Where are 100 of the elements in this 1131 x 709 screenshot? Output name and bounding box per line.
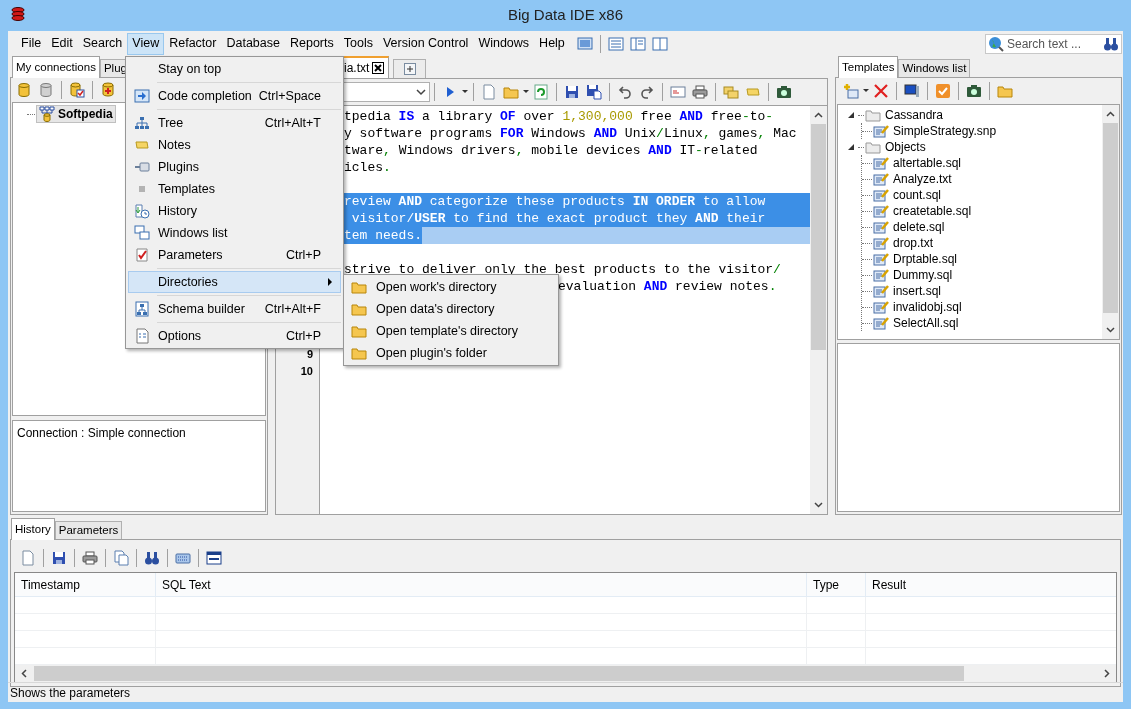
menu-item[interactable]: History [128, 200, 341, 222]
database-icon[interactable] [16, 82, 32, 98]
tree-item[interactable]: drop.txt [872, 234, 934, 252]
globe-search-icon [988, 35, 1004, 52]
menu-item[interactable]: File [16, 32, 47, 55]
menu-item[interactable]: Parameters Ctrl+P [128, 244, 341, 266]
menu-item[interactable]: Schema builder Ctrl+Alt+F [128, 298, 341, 320]
menu-item[interactable]: Directories [128, 271, 341, 293]
scroll-left-icon[interactable] [20, 669, 29, 678]
menu-item[interactable]: Stay on top [128, 58, 341, 80]
column-header[interactable]: Timestamp [15, 573, 156, 596]
scroll-down-icon[interactable] [814, 500, 823, 509]
camera-icon[interactable] [776, 84, 792, 100]
column-header[interactable]: Result [866, 573, 1116, 596]
menu-item[interactable]: Edit [46, 32, 78, 55]
menu-item[interactable]: Help [534, 32, 570, 55]
tab[interactable]: Templates [838, 56, 899, 78]
line-number: 10 [300, 364, 313, 380]
split-layout-icon[interactable] [629, 35, 646, 52]
search-input[interactable]: Search text ... [1007, 34, 1097, 53]
scroll-up-icon[interactable] [814, 111, 823, 120]
tab[interactable]: History [11, 518, 55, 540]
menu-item[interactable]: Notes [128, 134, 341, 156]
tree-item[interactable]: altertable.sql [872, 154, 962, 172]
columns-layout-icon[interactable] [651, 35, 668, 52]
tree-item[interactable]: Analyze.txt [872, 170, 952, 188]
file-edit-icon [873, 299, 889, 315]
horizontal-scrollbar[interactable] [15, 665, 1116, 682]
column-header[interactable]: SQL Text [156, 573, 807, 596]
tree-item[interactable]: Softpedia [36, 105, 116, 123]
tree-item[interactable]: createtable.sql [872, 202, 972, 220]
tree-item[interactable]: count.sql [872, 186, 942, 204]
scrollbar-thumb[interactable] [811, 124, 826, 350]
line-number: 9 [306, 347, 313, 363]
app-icon[interactable] [10, 6, 26, 22]
menu-item[interactable]: Open template's directory [346, 320, 556, 342]
tree-item[interactable]: Cassandra [864, 106, 944, 124]
refresh-icon[interactable] [533, 84, 549, 100]
menu-item[interactable]: Reports [284, 32, 339, 55]
database-check-icon[interactable] [69, 82, 85, 98]
menu-item[interactable]: Open work's directory [346, 276, 556, 298]
scrollbar[interactable] [810, 106, 827, 514]
redo-icon[interactable] [639, 84, 655, 100]
menu-item[interactable]: Tools [338, 32, 378, 55]
delete-icon[interactable] [873, 83, 889, 99]
binoculars-icon[interactable] [144, 549, 160, 566]
scroll-up-icon[interactable] [1106, 110, 1115, 119]
menu-item[interactable]: View [127, 32, 165, 55]
menu-item[interactable]: Windows list [128, 222, 341, 244]
binoculars-icon[interactable] [1103, 35, 1119, 52]
column-header[interactable]: Type [807, 573, 866, 596]
search-field[interactable]: Search text ... [985, 33, 1122, 54]
tree-item[interactable]: Objects [864, 138, 926, 156]
menu-item[interactable]: Tree Ctrl+Alt+T [128, 112, 341, 134]
tree-item[interactable]: SimpleStrategy.snp [872, 122, 997, 140]
file-edit-icon [873, 171, 889, 187]
tree-item[interactable]: delete.sql [872, 218, 945, 236]
menu-item[interactable]: Open data's directory [346, 298, 556, 320]
menu-item[interactable]: Code completion Ctrl+Space [128, 85, 341, 107]
close-icon[interactable] [372, 62, 385, 74]
save-icon[interactable] [564, 84, 580, 100]
file-edit-icon [873, 315, 889, 331]
tree-item[interactable]: invalidobj.sql [872, 298, 962, 316]
schema-icon [134, 301, 150, 317]
save-all-icon[interactable] [586, 84, 602, 100]
add-tab-icon[interactable] [403, 63, 416, 75]
file-edit-icon [873, 187, 889, 203]
database-add-icon[interactable] [100, 82, 116, 98]
checkbox-icon[interactable] [935, 83, 951, 99]
undo-icon[interactable] [617, 84, 633, 100]
screen-icon[interactable] [576, 35, 593, 52]
tree-item[interactable]: insert.sql [872, 282, 942, 300]
database-icon[interactable] [38, 82, 54, 98]
scrollbar[interactable] [1102, 105, 1119, 339]
scroll-right-icon[interactable] [1102, 669, 1111, 678]
menu-item[interactable]: Version Control [377, 32, 474, 55]
camera-icon[interactable] [966, 83, 982, 99]
menu-item[interactable]: Plugins [128, 156, 341, 178]
save-icon[interactable] [51, 549, 67, 566]
scroll-down-icon[interactable] [1106, 325, 1115, 334]
print-icon[interactable] [692, 84, 708, 100]
menu-item[interactable]: Windows [473, 32, 535, 55]
menu-item[interactable]: Open plugin's folder [346, 342, 556, 364]
file-edit-icon [873, 251, 889, 267]
expander-icon[interactable] [848, 112, 854, 118]
menu-item[interactable]: Templates [128, 178, 341, 200]
menu-item[interactable]: Database [221, 32, 285, 55]
tab[interactable]: My connections [12, 56, 100, 78]
scrollbar-thumb[interactable] [1103, 123, 1118, 313]
print-icon[interactable] [82, 549, 98, 566]
scrollbar-thumb[interactable] [34, 666, 964, 681]
tree-item[interactable]: Drptable.sql [872, 250, 958, 268]
expander-icon[interactable] [848, 144, 854, 150]
copy-icon[interactable] [113, 549, 129, 566]
monitor-icon[interactable] [904, 83, 920, 99]
menu-item[interactable]: Search [77, 32, 128, 55]
menu-item[interactable]: Options Ctrl+P [128, 325, 341, 347]
menu-item[interactable]: Refactor [164, 32, 222, 55]
tree-item[interactable]: Dummy.sql [872, 266, 953, 284]
tree-item[interactable]: SelectAll.sql [872, 314, 959, 332]
